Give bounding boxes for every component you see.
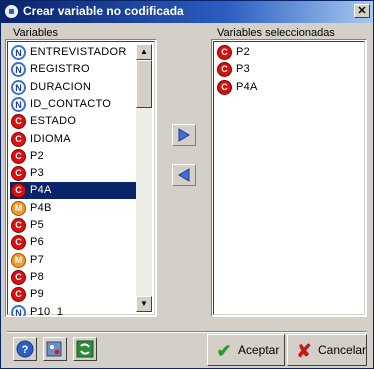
- arrow-right-icon: [178, 128, 190, 142]
- selected-list-inner: C P2 C P3 C P4A: [213, 41, 365, 315]
- list-item[interactable]: N DURACION: [10, 79, 138, 96]
- list-item-label: P2: [30, 149, 45, 162]
- list-item-label: P9: [30, 288, 45, 301]
- app-icon: [5, 5, 18, 18]
- list-item-label: P2: [236, 46, 251, 58]
- variable-type-m-icon: M: [11, 200, 26, 216]
- list-item[interactable]: C P5: [10, 217, 138, 234]
- variable-type-c-icon: C: [11, 148, 26, 164]
- list-item-label: IDIOMA: [30, 132, 71, 145]
- list-item-label: P3: [236, 63, 251, 76]
- list-item[interactable]: C P3: [216, 61, 364, 78]
- list-item[interactable]: N ENTREVISTADOR: [10, 44, 138, 61]
- variable-type-c-icon: C: [11, 114, 26, 130]
- list-item[interactable]: C ESTADO: [10, 113, 138, 130]
- variable-type-n-icon: N: [11, 304, 26, 316]
- variable-type-c-icon: C: [11, 218, 26, 233]
- variables-label: Variables: [13, 27, 59, 39]
- variable-type-c-icon: C: [11, 131, 26, 147]
- list-item[interactable]: M P7: [10, 252, 138, 269]
- list-item-label: P6: [30, 236, 45, 249]
- list-item-label: P4A: [236, 80, 258, 93]
- variable-type-c-icon: C: [11, 269, 26, 285]
- list-item[interactable]: N P10_1: [10, 304, 138, 317]
- variable-type-c-icon: C: [217, 45, 232, 60]
- variable-type-n-icon: N: [11, 45, 26, 60]
- list-item[interactable]: M P4B: [10, 200, 138, 217]
- accept-button[interactable]: ✔ Aceptar: [207, 334, 285, 366]
- list-item[interactable]: C IDIOMA: [10, 131, 138, 148]
- window-title: Crear variable no codificada: [23, 4, 184, 18]
- list-item[interactable]: C P8: [10, 269, 138, 286]
- checkmark-icon: ✔: [216, 341, 232, 361]
- list-item-label: P5: [30, 219, 45, 231]
- close-button[interactable]: ✕: [354, 4, 370, 18]
- vertical-scrollbar[interactable]: ▲ ▼: [136, 44, 152, 312]
- variables-listbox[interactable]: N ENTREVISTADOR N REGISTRO N DURACION N ID_CONT…: [5, 39, 157, 317]
- add-variable-button[interactable]: [172, 124, 196, 146]
- list-item[interactable]: C P4A: [216, 79, 364, 96]
- list-item[interactable]: N REGISTRO: [10, 61, 138, 78]
- list-item-label: P8: [30, 270, 45, 283]
- settings-button[interactable]: [43, 337, 67, 361]
- selected-variables-listbox[interactable]: C P2 C P3 C P4A: [211, 39, 367, 317]
- settings-icon: [46, 341, 62, 357]
- list-item-label: DURACION: [30, 80, 92, 93]
- dialog-window: Crear variable no codificada ✕ Variables…: [0, 0, 374, 369]
- refresh-icon: [76, 340, 94, 358]
- help-button[interactable]: ?: [13, 337, 37, 361]
- variable-type-c-icon: C: [11, 183, 26, 199]
- list-item[interactable]: N ID_CONTACTO: [10, 96, 138, 113]
- selected-variables-label: Variables seleccionadas: [217, 27, 335, 39]
- list-item[interactable]: C P6: [10, 234, 138, 251]
- list-item[interactable]: C P2: [216, 44, 364, 61]
- variable-type-c-icon: C: [217, 79, 232, 95]
- list-item[interactable]: C P4A: [10, 182, 138, 200]
- scroll-down-arrow-icon[interactable]: ▼: [136, 296, 152, 312]
- variable-type-n-icon: N: [11, 62, 26, 78]
- arrow-left-icon: [178, 168, 190, 182]
- variable-type-m-icon: M: [11, 252, 26, 268]
- list-item[interactable]: C P9: [10, 286, 138, 303]
- cancel-label: Cancelar: [318, 343, 367, 357]
- list-item-label: P10_1: [30, 305, 64, 317]
- cancel-x-icon: ✘: [296, 341, 312, 361]
- variable-type-n-icon: N: [11, 96, 26, 112]
- list-item[interactable]: C P2: [10, 148, 138, 165]
- variable-type-c-icon: C: [217, 62, 232, 78]
- divider: [7, 331, 367, 333]
- list-item-label: P4B: [30, 201, 52, 214]
- variables-list-inner: N ENTREVISTADOR N REGISTRO N DURACION N ID_CONT…: [7, 41, 155, 317]
- remove-variable-button[interactable]: [172, 164, 196, 186]
- refresh-button[interactable]: [73, 337, 97, 361]
- title-bar[interactable]: Crear variable no codificada ✕: [1, 1, 373, 23]
- list-item[interactable]: C P3: [10, 165, 138, 182]
- list-item-label: ID_CONTACTO: [30, 97, 112, 110]
- accept-label: Aceptar: [238, 343, 280, 357]
- variable-type-c-icon: C: [11, 166, 26, 182]
- list-item-label: ENTREVISTADOR: [30, 46, 127, 58]
- svg-text:?: ?: [22, 344, 29, 356]
- list-item-label: REGISTRO: [30, 63, 90, 76]
- variable-type-n-icon: N: [11, 79, 26, 95]
- variable-type-c-icon: C: [11, 235, 26, 251]
- scroll-up-arrow-icon[interactable]: ▲: [136, 44, 152, 60]
- scrollbar-thumb[interactable]: [136, 60, 152, 108]
- list-item-label: P4A: [30, 184, 52, 197]
- list-item-label: P7: [30, 253, 45, 266]
- variable-type-c-icon: C: [11, 287, 26, 303]
- cancel-button[interactable]: ✘ Cancelar: [287, 334, 367, 366]
- list-item-label: P3: [30, 167, 45, 180]
- help-icon: ?: [16, 340, 34, 358]
- list-item-label: ESTADO: [30, 115, 77, 128]
